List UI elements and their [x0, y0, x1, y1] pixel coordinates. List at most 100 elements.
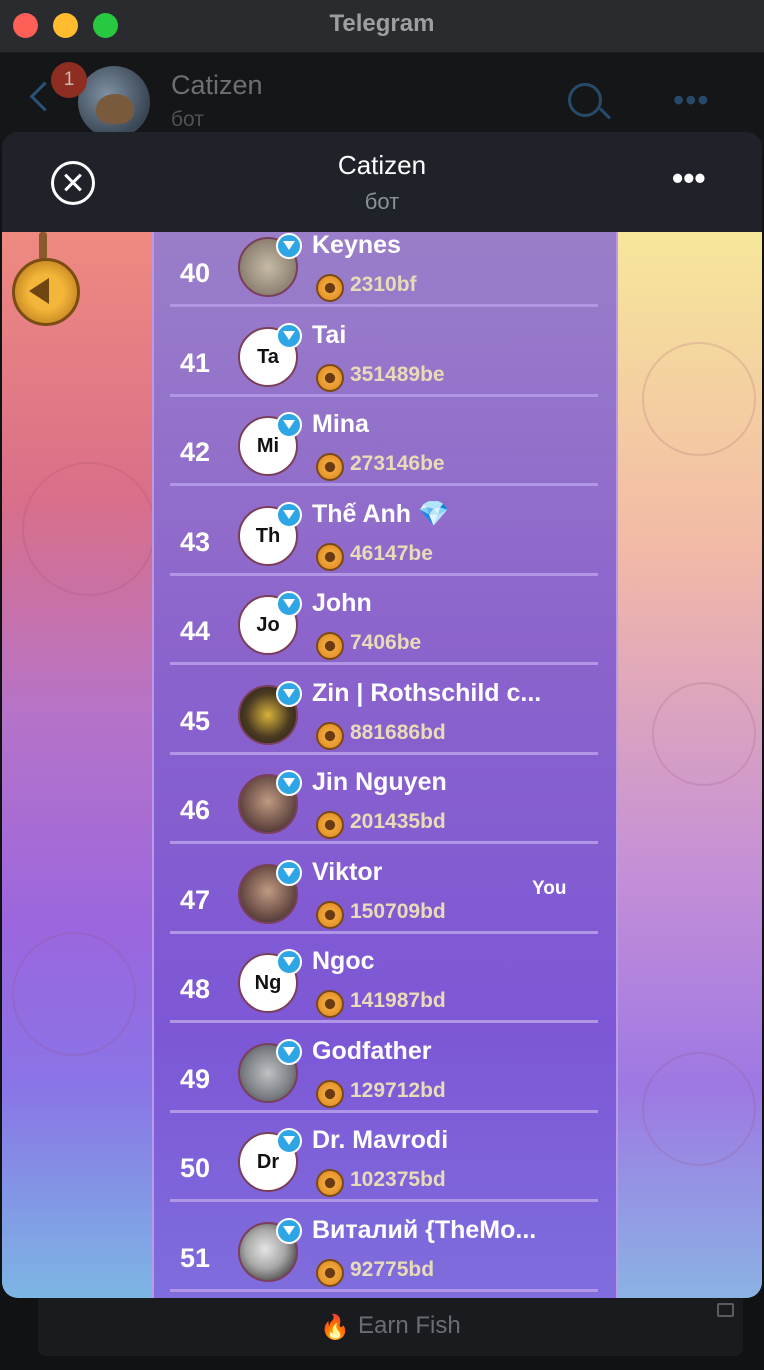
player-score: 46147be	[350, 541, 433, 565]
leaderboard-row[interactable]: 43 Th Thế Anh 💎 46147be	[154, 499, 616, 593]
leaderboard-row[interactable]: 41 Ta Tai 351489be	[154, 320, 616, 414]
rank-number: 46	[180, 795, 211, 825]
rank-number: 51	[180, 1242, 211, 1273]
player-name: Thế Anh 💎	[312, 499, 450, 528]
player-name: Keynes	[312, 231, 401, 259]
player-score: 881686bd	[350, 720, 446, 744]
player-name: Tai	[312, 320, 347, 349]
row-divider	[170, 662, 598, 665]
ton-badge-icon	[276, 1038, 302, 1065]
paw-coin-icon	[316, 1169, 344, 1197]
you-label: You	[532, 877, 567, 899]
paw-coin-icon	[316, 453, 344, 481]
ton-badge-icon	[276, 1128, 302, 1154]
bottom-bar: 🔥 Earn Fish	[38, 1298, 743, 1356]
sheet-header: Catizen бот •••	[2, 132, 762, 232]
more-options-icon[interactable]: •••	[673, 82, 710, 119]
chat-subtitle: бот	[171, 108, 204, 131]
paw-coin-icon	[316, 363, 344, 392]
paw-coin-icon	[316, 811, 344, 839]
row-divider	[170, 572, 598, 576]
leaderboard-row[interactable]: 47 Viktor 150709bd You	[154, 858, 616, 951]
unread-badge: 1	[51, 62, 87, 98]
ton-badge-icon	[276, 501, 302, 528]
row-divider	[170, 841, 598, 844]
player-name: Dr. Mavrodi	[312, 1126, 449, 1154]
chat-name[interactable]: Catizen	[171, 70, 263, 101]
paw-coin-icon	[316, 900, 344, 929]
player-score: 201435bd	[350, 810, 446, 833]
player-score: 141987bd	[350, 989, 446, 1012]
ton-badge-icon	[276, 680, 302, 707]
player-name: Jin Nguyen	[312, 768, 447, 796]
keyboard-icon[interactable]	[717, 1303, 734, 1317]
paw-coin-icon	[316, 1079, 344, 1108]
row-divider	[170, 393, 598, 397]
ton-badge-icon	[276, 322, 302, 349]
window-title: Telegram	[329, 10, 435, 37]
player-name: Zin | Rothschild c...	[312, 678, 542, 707]
leaderboard-row[interactable]: 51 Виталий {TheMo... 92775bd	[154, 1216, 616, 1299]
row-divider	[170, 483, 598, 486]
player-name: Mina	[312, 410, 369, 438]
decor-paw	[12, 932, 136, 1056]
sheet-title: Catizen	[337, 150, 427, 180]
rank-number: 48	[180, 974, 211, 1004]
ton-badge-icon	[276, 1217, 302, 1244]
ton-badge-icon	[276, 949, 302, 975]
player-name: Ngoc	[312, 947, 375, 975]
paw-coin-icon	[316, 274, 344, 302]
rank-number: 49	[180, 1063, 211, 1094]
leaderboard-row[interactable]: 44 Jo John 7406be	[154, 589, 616, 682]
decor-paw	[22, 462, 156, 596]
leaderboard-row[interactable]: 50 Dr Dr. Mavrodi 102375bd	[154, 1126, 616, 1219]
sheet-more-icon[interactable]: •••	[672, 160, 706, 197]
chat-avatar[interactable]	[78, 66, 150, 138]
rope	[39, 232, 47, 260]
mini-app-sheet: Catizen бот ••• 40 Keynes 2310bf 41 Ta Tai 351…	[2, 132, 762, 1298]
rank-number: 43	[180, 526, 211, 557]
rank-number: 41	[180, 347, 211, 378]
fire-icon: 🔥	[320, 1314, 350, 1341]
leaderboard-row[interactable]: 49 Godfather 129712bd	[154, 1036, 616, 1130]
ton-badge-icon	[276, 770, 302, 796]
player-score: 7406be	[350, 631, 422, 654]
rank-number: 47	[180, 884, 211, 915]
leaderboard-row[interactable]: 45 Zin | Rothschild c... 881686bd	[154, 678, 616, 772]
ton-badge-icon	[276, 233, 302, 259]
leaderboard-row[interactable]: 42 Mi Mina 273146be	[154, 410, 616, 503]
ton-badge-icon	[276, 859, 302, 886]
rank-number: 40	[180, 258, 211, 288]
back-button-icon[interactable]	[12, 258, 80, 326]
player-score: 92775bd	[350, 1257, 435, 1281]
player-score: 2310bf	[350, 273, 417, 296]
rank-number: 50	[180, 1153, 211, 1183]
earn-fish-button[interactable]: Earn Fish	[358, 1312, 461, 1340]
leaderboard-row[interactable]: 46 Jin Nguyen 201435bd	[154, 768, 616, 861]
search-icon[interactable]	[568, 83, 602, 117]
player-score: 273146be	[350, 452, 445, 475]
row-divider	[170, 1020, 598, 1023]
player-name: Godfather	[312, 1036, 432, 1065]
paw-coin-icon	[316, 632, 344, 660]
row-divider	[170, 1109, 598, 1113]
ton-badge-icon	[276, 591, 302, 617]
row-divider	[170, 1199, 598, 1202]
leaderboard-row[interactable]: 48 Ng Ngoc 141987bd	[154, 947, 616, 1040]
player-score: 150709bd	[350, 899, 446, 923]
row-divider	[170, 930, 598, 934]
player-score: 351489be	[350, 362, 445, 386]
leaderboard-panel: 40 Keynes 2310bf 41 Ta Tai 351489be 42 Mi Mina 273…	[152, 231, 618, 1299]
decor-paw	[652, 682, 756, 786]
leaderboard-row[interactable]: 40 Keynes 2310bf	[154, 231, 616, 324]
ton-badge-icon	[276, 412, 302, 438]
decor-paw	[642, 1052, 756, 1166]
game-view: 40 Keynes 2310bf 41 Ta Tai 351489be 42 Mi Mina 273…	[2, 231, 762, 1299]
window-titlebar: Telegram	[0, 0, 764, 53]
paw-coin-icon	[316, 542, 344, 571]
rank-number: 45	[180, 705, 211, 736]
player-score: 129712bd	[350, 1078, 446, 1102]
decor-paw	[642, 342, 756, 456]
player-name: John	[312, 589, 372, 617]
player-score: 102375bd	[350, 1168, 446, 1191]
